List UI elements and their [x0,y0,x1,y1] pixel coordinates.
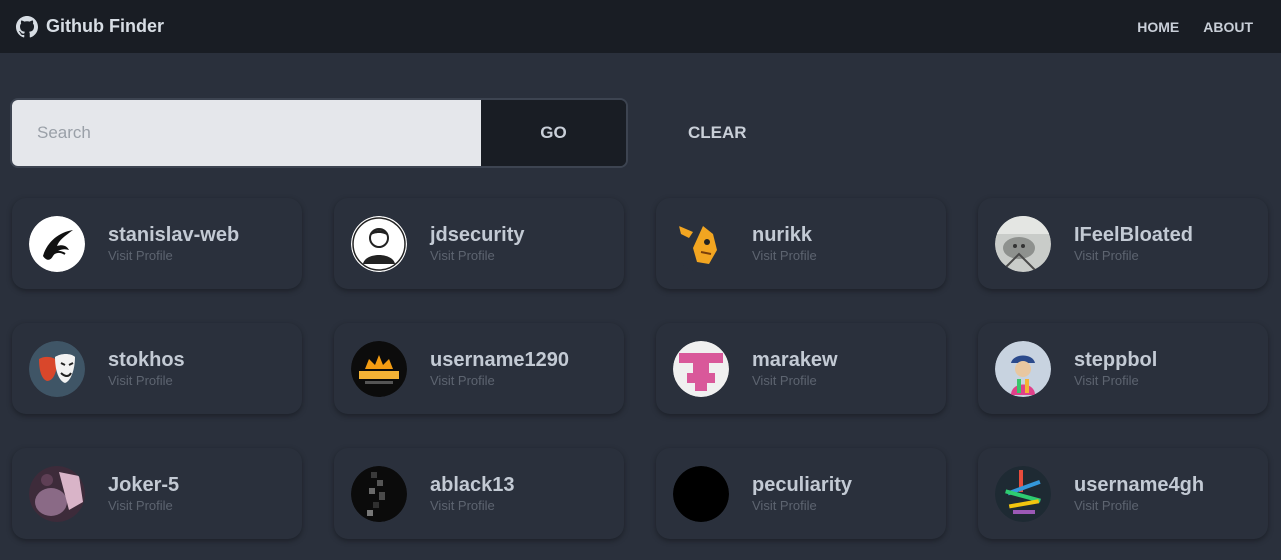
theater-masks-icon [29,340,85,397]
clear-button[interactable]: CLEAR [682,122,753,144]
crayons-photo [995,465,1051,522]
visit-profile-link[interactable]: Visit Profile [108,373,185,388]
go-button[interactable]: GO [481,100,626,166]
user-card: IFeelBloated Visit Profile [978,198,1268,289]
nav-about-link[interactable]: ABOUT [1191,11,1265,43]
username: username4gh [1074,474,1205,496]
visit-profile-link[interactable]: Visit Profile [752,373,838,388]
visit-profile-link[interactable]: Visit Profile [430,498,515,513]
visit-profile-link[interactable]: Visit Profile [1074,373,1157,388]
username: jdsecurity [430,224,525,246]
user-card: peculiarity Visit Profile [656,448,946,539]
search-group: GO [10,98,628,168]
username: marakew [752,349,838,371]
user-card: Joker-5 Visit Profile [12,448,302,539]
visit-profile-link[interactable]: Visit Profile [108,248,239,263]
colorful-figure [995,340,1051,397]
photo [29,465,85,522]
visit-profile-link[interactable]: Visit Profile [1074,498,1204,513]
person-icon [351,215,407,272]
user-card: steppbol Visit Profile [978,323,1268,414]
github-icon [16,15,38,37]
search-form: GO CLEAR [10,98,753,168]
username: peculiarity [752,474,853,496]
visit-profile-link[interactable]: Visit Profile [752,248,817,263]
identicon [673,340,729,397]
black-circle [673,465,729,522]
username: Joker-5 [108,474,180,496]
username: ablack13 [430,474,515,496]
user-card: ablack13 Visit Profile [334,448,624,539]
visit-profile-link[interactable]: Visit Profile [108,498,179,513]
nav-links: HOME ABOUT [1125,11,1265,43]
brand[interactable]: Github Finder [16,15,164,38]
username: username1290 [430,349,569,371]
user-card: jdsecurity Visit Profile [334,198,624,289]
user-card: username4gh Visit Profile [978,448,1268,539]
nav-home-link[interactable]: HOME [1125,11,1191,43]
username: nurikk [752,224,813,246]
navbar: Github Finder HOME ABOUT [0,0,1281,53]
username: steppbol [1074,349,1158,371]
user-card: username1290 Visit Profile [334,323,624,414]
dark-pixel-icon [351,465,407,522]
visit-profile-link[interactable]: Visit Profile [1074,248,1193,263]
halloween-icon [351,340,407,397]
username: IFeelBloated [1074,224,1193,246]
user-card: stanislav-web Visit Profile [12,198,302,289]
user-card: marakew Visit Profile [656,323,946,414]
user-grid: stanislav-web Visit Profile jdsecurity V… [12,198,1268,539]
username: stokhos [108,349,185,371]
username: stanislav-web [108,224,240,246]
cat-photo [995,215,1051,272]
user-card: nurikk Visit Profile [656,198,946,289]
visit-profile-link[interactable]: Visit Profile [430,248,524,263]
visit-profile-link[interactable]: Visit Profile [430,373,569,388]
user-card: stokhos Visit Profile [12,323,302,414]
app-title: Github Finder [46,16,164,36]
dragon-icon [29,215,85,272]
cartoon-icon [673,215,729,272]
search-input[interactable] [12,100,481,166]
visit-profile-link[interactable]: Visit Profile [752,498,852,513]
